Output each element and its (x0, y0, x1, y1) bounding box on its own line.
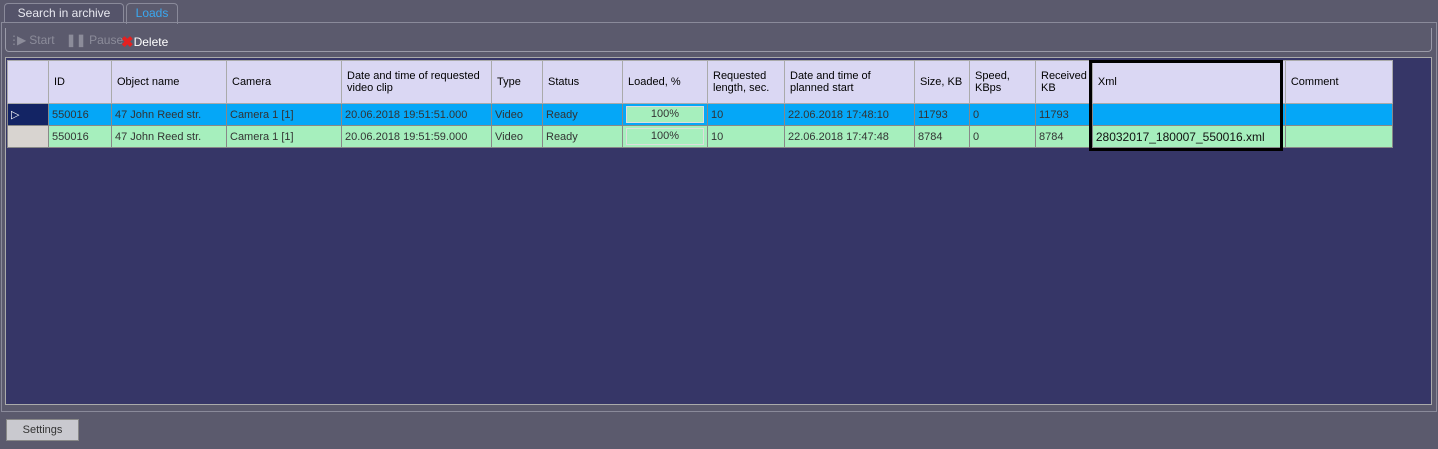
column-header-indicator (7, 60, 49, 104)
current-row-arrow-icon: ▷ (11, 109, 20, 121)
column-header-requested-length[interactable]: Requested length, sec. (707, 60, 785, 104)
tab-loads[interactable]: Loads (126, 3, 178, 24)
cell-camera: Camera 1 [1] (226, 125, 342, 148)
start-button[interactable]: ▶ Start (17, 33, 55, 47)
cell-id: 550016 (48, 125, 112, 148)
delete-label: Delete (133, 35, 169, 49)
column-header-status[interactable]: Status (542, 60, 623, 104)
cell-received: 11793 (1035, 103, 1093, 126)
cell-type: Video (491, 125, 543, 148)
row-indicator[interactable]: ▷ (7, 103, 49, 126)
table-row[interactable]: 550016 47 John Reed str. Camera 1 [1] 20… (7, 125, 1393, 148)
cell-requested-length: 10 (707, 125, 785, 148)
cell-xml: 28032017_180007_550016.xml (1091, 125, 1286, 148)
cell-size: 8784 (914, 125, 970, 148)
delete-x-icon: ✖ (121, 34, 134, 51)
cell-speed: 0 (969, 125, 1036, 148)
column-header-size[interactable]: Size, KB (914, 60, 970, 104)
cell-loaded: 100% (622, 125, 708, 148)
column-header-planned-start[interactable]: Date and time of planned start (784, 60, 915, 104)
column-header-xml[interactable]: Xml (1091, 60, 1286, 104)
column-header-received[interactable]: Received KB (1035, 60, 1093, 104)
cell-comment (1284, 125, 1393, 148)
cell-object-name: 47 John Reed str. (111, 103, 227, 126)
cell-speed: 0 (969, 103, 1036, 126)
column-header-speed[interactable]: Speed, KBps (969, 60, 1036, 104)
cell-id: 550016 (48, 103, 112, 126)
column-header-requested-datetime[interactable]: Date and time of requested video clip (341, 60, 492, 104)
pause-icon: ❚❚ (66, 33, 87, 47)
column-header-object-name[interactable]: Object name (111, 60, 227, 104)
table-row[interactable]: ▷ 550016 47 John Reed str. Camera 1 [1] … (7, 103, 1393, 126)
tab-search-in-archive[interactable]: Search in archive (4, 3, 124, 22)
cell-status: Ready (542, 103, 623, 126)
cell-camera: Camera 1 [1] (226, 103, 342, 126)
pause-label: Pause (89, 33, 124, 47)
cell-requested-datetime: 20.06.2018 19:51:59.000 (341, 125, 492, 148)
settings-button[interactable]: Settings (6, 419, 79, 441)
cell-status: Ready (542, 125, 623, 148)
cell-loaded: 100% (622, 103, 708, 126)
cell-planned-start: 22.06.2018 17:47:48 (784, 125, 915, 148)
cell-requested-datetime: 20.06.2018 19:51:51.000 (341, 103, 492, 126)
loaded-progress-bar: 100% (626, 106, 704, 123)
loaded-progress-bar: 100% (626, 128, 704, 145)
column-header-camera[interactable]: Camera (226, 60, 342, 104)
column-header-id[interactable]: ID (48, 60, 112, 104)
loads-grid: ID Object name Camera Date and time of r… (5, 57, 1432, 405)
cell-received: 8784 (1035, 125, 1093, 148)
toolbar (5, 28, 1432, 52)
row-indicator[interactable] (7, 125, 49, 148)
cell-requested-length: 10 (707, 103, 785, 126)
cell-comment (1284, 103, 1393, 126)
cell-size: 11793 (914, 103, 970, 126)
column-header-comment[interactable]: Comment (1284, 60, 1393, 104)
cell-xml (1091, 103, 1286, 126)
cell-type: Video (491, 103, 543, 126)
loads-table: ID Object name Camera Date and time of r… (7, 60, 1393, 148)
play-icon: ▶ (17, 33, 27, 47)
cell-planned-start: 22.06.2018 17:48:10 (784, 103, 915, 126)
start-label: Start (29, 33, 55, 47)
column-header-loaded[interactable]: Loaded, % (622, 60, 708, 104)
cell-object-name: 47 John Reed str. (111, 125, 227, 148)
column-header-type[interactable]: Type (491, 60, 543, 104)
delete-button[interactable]: ✖ Delete (121, 33, 168, 51)
pause-button[interactable]: ❚❚ Pause (66, 33, 123, 47)
